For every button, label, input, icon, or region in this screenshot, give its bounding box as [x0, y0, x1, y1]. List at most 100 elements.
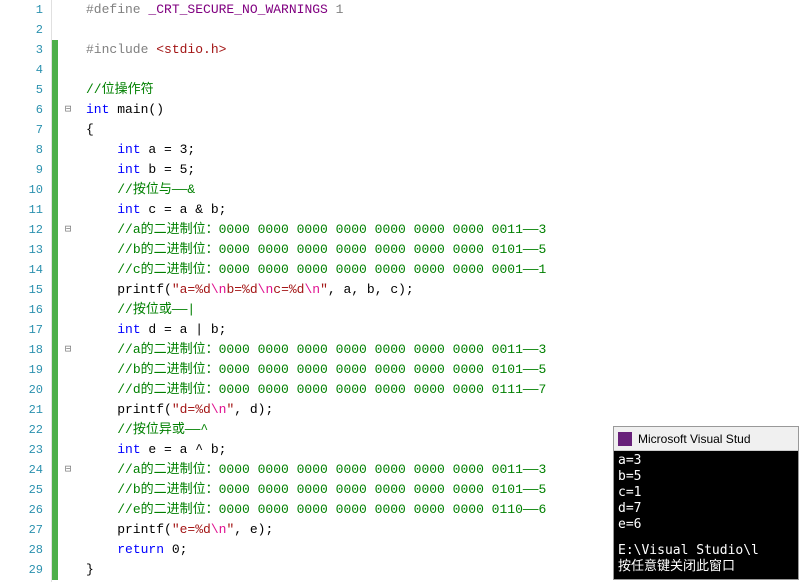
code-line[interactable]: {	[78, 120, 799, 140]
fold-spacer	[58, 500, 78, 520]
line-number: 5	[0, 80, 43, 100]
fold-spacer	[58, 300, 78, 320]
fold-spacer	[58, 140, 78, 160]
fold-spacer	[58, 260, 78, 280]
line-number: 17	[0, 320, 43, 340]
line-number: 16	[0, 300, 43, 320]
code-line[interactable]: int a = 3;	[78, 140, 799, 160]
vs-icon	[618, 432, 632, 446]
code-line[interactable]: printf("d=%d\n", d);	[78, 400, 799, 420]
code-token	[86, 162, 117, 177]
code-token: \n	[211, 522, 227, 537]
code-token: _CRT_SECURE_NO_WARNINGS	[148, 2, 327, 17]
fold-spacer	[58, 200, 78, 220]
code-token: \n	[211, 402, 227, 417]
code-line[interactable]: //c的二进制位：0000 0000 0000 0000 0000 0000 0…	[78, 260, 799, 280]
fold-spacer	[58, 280, 78, 300]
code-token	[86, 542, 117, 557]
fold-toggle-icon[interactable]	[58, 340, 78, 360]
code-line[interactable]: //d的二进制位：0000 0000 0000 0000 0000 0000 0…	[78, 380, 799, 400]
line-number: 20	[0, 380, 43, 400]
code-token: int	[117, 202, 140, 217]
line-number: 29	[0, 560, 43, 580]
line-number: 23	[0, 440, 43, 460]
line-number-gutter: 1234567891011121314151617181920212223242…	[0, 0, 52, 582]
code-line[interactable]: #include <stdio.h>	[78, 40, 799, 60]
code-token: //按位异或——^	[117, 422, 208, 437]
code-line[interactable]: //b的二进制位：0000 0000 0000 0000 0000 0000 0…	[78, 240, 799, 260]
code-token	[86, 242, 117, 257]
code-token: int	[86, 102, 109, 117]
code-line[interactable]: //按位与——&	[78, 180, 799, 200]
code-token: return	[117, 542, 164, 557]
fold-spacer	[58, 400, 78, 420]
code-token	[86, 422, 117, 437]
code-line[interactable]: int c = a & b;	[78, 200, 799, 220]
code-token: <stdio.h>	[156, 42, 226, 57]
code-line[interactable]: printf("a=%d\nb=%d\nc=%d\n", a, b, c);	[78, 280, 799, 300]
console-body[interactable]: a=3b=5c=1d=7e=6E:\Visual Studio\l按任意键关闭此…	[614, 451, 798, 579]
code-line[interactable]	[78, 20, 799, 40]
code-line[interactable]: //a的二进制位：0000 0000 0000 0000 0000 0000 0…	[78, 340, 799, 360]
code-token: printf(	[86, 402, 172, 417]
line-number: 2	[0, 20, 43, 40]
code-token	[86, 202, 117, 217]
console-titlebar[interactable]: Microsoft Visual Stud	[614, 427, 798, 451]
code-line[interactable]: #define _CRT_SECURE_NO_WARNINGS 1	[78, 0, 799, 20]
code-token	[86, 462, 117, 477]
code-token: //b的二进制位：0000 0000 0000 0000 0000 0000 0…	[117, 362, 546, 377]
code-token: "a=%d	[172, 282, 211, 297]
console-title-text: Microsoft Visual Stud	[638, 432, 751, 446]
code-token: {	[86, 122, 94, 137]
code-token	[86, 382, 117, 397]
fold-spacer	[58, 160, 78, 180]
fold-spacer	[58, 540, 78, 560]
line-number: 9	[0, 160, 43, 180]
fold-spacer	[58, 380, 78, 400]
code-token: "	[320, 282, 328, 297]
line-number: 21	[0, 400, 43, 420]
code-token: #include	[86, 42, 156, 57]
line-number: 3	[0, 40, 43, 60]
code-line[interactable]: //按位或——|	[78, 300, 799, 320]
fold-spacer	[58, 420, 78, 440]
code-line[interactable]	[78, 60, 799, 80]
code-token: #define	[86, 2, 148, 17]
code-token: c=%d	[273, 282, 304, 297]
line-number: 4	[0, 60, 43, 80]
line-number: 12	[0, 220, 43, 240]
line-number: 26	[0, 500, 43, 520]
fold-toggle-icon[interactable]	[58, 220, 78, 240]
code-token: //b的二进制位：0000 0000 0000 0000 0000 0000 0…	[117, 242, 546, 257]
code-token: printf(	[86, 282, 172, 297]
fold-spacer	[58, 0, 78, 20]
code-token: int	[117, 162, 140, 177]
fold-spacer	[58, 60, 78, 80]
code-token: , e);	[234, 522, 273, 537]
fold-spacer	[58, 40, 78, 60]
line-number: 19	[0, 360, 43, 380]
fold-toggle-icon[interactable]	[58, 460, 78, 480]
code-line[interactable]: //位操作符	[78, 80, 799, 100]
fold-spacer	[58, 80, 78, 100]
code-token	[86, 442, 117, 457]
code-line[interactable]: //b的二进制位：0000 0000 0000 0000 0000 0000 0…	[78, 360, 799, 380]
code-line[interactable]: int main()	[78, 100, 799, 120]
code-line[interactable]: int d = a | b;	[78, 320, 799, 340]
code-token: \n	[211, 282, 227, 297]
fold-spacer	[58, 20, 78, 40]
console-window[interactable]: Microsoft Visual Stud a=3b=5c=1d=7e=6E:\…	[613, 426, 799, 580]
fold-toggle-icon[interactable]	[58, 100, 78, 120]
code-token	[86, 482, 117, 497]
code-token: //a的二进制位：0000 0000 0000 0000 0000 0000 0…	[117, 462, 546, 477]
line-number: 24	[0, 460, 43, 480]
fold-spacer	[58, 180, 78, 200]
code-token: printf(	[86, 522, 172, 537]
code-token	[86, 222, 117, 237]
code-line[interactable]: int b = 5;	[78, 160, 799, 180]
line-number: 28	[0, 540, 43, 560]
code-line[interactable]: //a的二进制位：0000 0000 0000 0000 0000 0000 0…	[78, 220, 799, 240]
fold-column[interactable]	[58, 0, 78, 582]
fold-spacer	[58, 120, 78, 140]
code-token: 1	[328, 2, 344, 17]
